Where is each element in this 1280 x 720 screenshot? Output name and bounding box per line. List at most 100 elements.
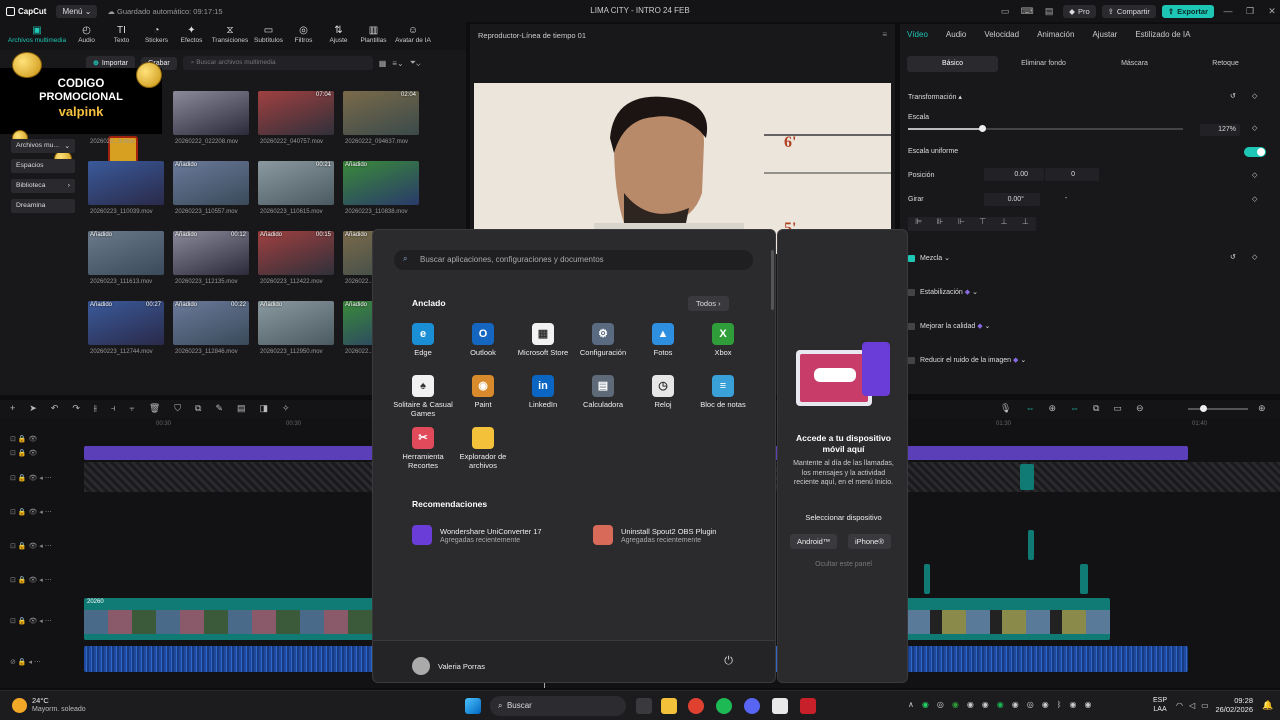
minimize-icon[interactable]: —: [1220, 6, 1236, 16]
tray-icon[interactable]: ◉: [1012, 700, 1019, 709]
maximize-icon[interactable]: ❐: [1242, 6, 1258, 17]
shield-icon[interactable]: ⛉: [174, 403, 181, 414]
transform-section[interactable]: Transformación ▴: [908, 93, 962, 101]
draw-icon[interactable]: ✎: [215, 403, 223, 414]
windows-start-icon[interactable]: [465, 698, 481, 714]
tray-icon[interactable]: ◉: [1042, 700, 1049, 709]
pinned-app[interactable]: ◉ Paint: [451, 375, 515, 409]
keyframe-icon[interactable]: ◇: [1252, 171, 1257, 179]
track-header[interactable]: ⊡ 🔒 👁: [0, 446, 84, 460]
delete-icon[interactable]: 🗑: [149, 403, 160, 414]
hide-panel-link[interactable]: Ocultar este panel: [788, 561, 899, 568]
prop-subtab[interactable]: Básico: [907, 56, 998, 72]
scale-slider[interactable]: [908, 125, 1183, 132]
menu-icon[interactable]: ≡: [882, 30, 887, 39]
chrome-icon[interactable]: [688, 698, 704, 714]
layout-icon[interactable]: ▭: [997, 6, 1013, 17]
xbox-icon[interactable]: ◉: [952, 700, 959, 709]
volume-icon[interactable]: ◁: [1189, 701, 1195, 710]
position-y-input[interactable]: 0: [1045, 168, 1099, 181]
track-header[interactable]: ⊘ 🔒 ◂ ⋯: [0, 655, 84, 669]
track-header[interactable]: ⊡ 🔒 👁 ◂ ⋯: [0, 573, 84, 587]
uniform-scale-toggle[interactable]: [1244, 147, 1266, 157]
clock[interactable]: 09:28 26/02/2026: [1213, 696, 1253, 714]
scrollbar[interactable]: [771, 250, 774, 310]
track-header[interactable]: ⊡ 🔒 👁 ◂ ⋯: [0, 505, 84, 519]
tray-icon[interactable]: ◉: [1070, 700, 1077, 709]
start-search-input[interactable]: ⌕ Buscar aplicaciones, configuraciones y …: [394, 250, 753, 270]
zoom-in-icon[interactable]: ⊕: [1258, 403, 1266, 414]
prop-tab[interactable]: Estilizado de IA: [1135, 30, 1190, 39]
align-middle-icon[interactable]: ⊥: [1000, 217, 1007, 231]
undo-icon[interactable]: ↶: [51, 403, 59, 414]
media-thumbnail[interactable]: Añadido: [258, 301, 334, 345]
select-icon[interactable]: ➤: [29, 403, 37, 414]
link-icon[interactable]: ⇔: [1025, 403, 1034, 414]
weather-icon[interactable]: [12, 698, 27, 713]
battery-icon[interactable]: ▭: [1201, 701, 1209, 710]
quality-row[interactable]: Mejorar la calidad ◆ ⌄: [908, 322, 990, 330]
adobe-icon[interactable]: [800, 698, 816, 714]
crop-icon[interactable]: ⧉: [195, 403, 201, 414]
media-thumbnail[interactable]: Añadido 00:15: [258, 231, 334, 275]
align-right-icon[interactable]: ⊩: [958, 217, 965, 231]
tool-media[interactable]: ▣ Archivos multimedia: [6, 22, 68, 44]
caption-icon[interactable]: ▤: [237, 403, 246, 414]
menu-button[interactable]: Menú ⌄: [56, 4, 98, 18]
tool-avatar[interactable]: ☺ Avatar de IA: [392, 22, 434, 44]
keyframe-icon[interactable]: ◇: [1252, 253, 1257, 261]
sticker-clip[interactable]: [1020, 464, 1034, 490]
media-thumbnail[interactable]: [173, 91, 249, 135]
tool-filters[interactable]: ◎ Filtros: [287, 22, 320, 44]
media-search-input[interactable]: ⌕ Buscar archivos multimedia: [182, 56, 373, 70]
grid-view-icon[interactable]: ▦: [379, 59, 387, 68]
track-header[interactable]: ⊡ 🔒 👁 ◂ ⋯: [0, 614, 84, 628]
pinned-app[interactable]: ♠ Solitaire & Casual Games: [391, 375, 455, 418]
magic-icon[interactable]: ✧: [282, 403, 290, 414]
pinned-app[interactable]: ▦ Microsoft Store: [511, 323, 575, 357]
sidebar-item-media[interactable]: Archivos mu... ⌄: [11, 139, 75, 153]
small-clip[interactable]: [1028, 530, 1034, 560]
scale-slider-knob[interactable]: [979, 125, 987, 132]
mirror-icon[interactable]: ◨: [260, 403, 269, 414]
collapse-icon[interactable]: ▤: [1041, 6, 1057, 17]
user-account[interactable]: Valeria Porras: [412, 657, 485, 675]
tool-effects[interactable]: ✦ Efectos: [175, 22, 208, 44]
pinned-app[interactable]: ✂ Herramienta Recortes: [391, 427, 455, 470]
recommendation-item[interactable]: Wondershare UniConverter 17 Agregadas rec…: [412, 525, 542, 545]
keyframe-icon[interactable]: ◇: [1252, 195, 1257, 203]
fit-icon[interactable]: ▭: [1113, 403, 1122, 414]
weather-desc[interactable]: Mayorm. soleado: [32, 706, 86, 713]
prop-subtab[interactable]: Máscara: [1089, 56, 1180, 72]
weather-temp[interactable]: 24°C: [32, 696, 49, 705]
sidebar-item-spaces[interactable]: Espacios: [11, 159, 75, 173]
notification-icon[interactable]: 🔔: [1262, 700, 1273, 711]
media-thumbnail[interactable]: 02:04: [343, 91, 419, 135]
tray-arrow-icon[interactable]: ∧: [908, 700, 914, 709]
tool-transitions[interactable]: ⧖ Transiciones: [210, 22, 250, 44]
media-thumbnail[interactable]: Añadido 00:22: [173, 301, 249, 345]
align-toolbar[interactable]: ⊫ ⊪ ⊩ ⊤ ⊥ ⊥: [908, 217, 1036, 231]
align-center-icon[interactable]: ⊪: [937, 217, 944, 231]
redo-icon[interactable]: ↷: [72, 403, 80, 414]
steam-tray-icon[interactable]: ◎: [1027, 700, 1034, 709]
add-icon[interactable]: +: [10, 403, 15, 414]
mic-icon[interactable]: 🎙: [1000, 403, 1011, 414]
tool-adjust[interactable]: ⇅ Ajuste: [322, 22, 355, 44]
scale-value[interactable]: 127%: [1200, 124, 1240, 136]
prop-tab[interactable]: Audio: [946, 30, 966, 39]
capcut-icon[interactable]: [772, 698, 788, 714]
filter-icon[interactable]: ⏷⌄: [410, 58, 421, 68]
keyframe-icon[interactable]: ◇: [1252, 124, 1257, 132]
pinned-app[interactable]: X Xbox: [691, 323, 755, 357]
media-thumbnail[interactable]: 07:04: [258, 91, 334, 135]
media-thumbnail[interactable]: Añadido 00:12: [173, 231, 249, 275]
tool-text[interactable]: TI Texto: [105, 22, 138, 44]
media-thumbnail[interactable]: 00:21: [258, 161, 334, 205]
tray-icon[interactable]: ◉: [1085, 700, 1092, 709]
export-button[interactable]: ⇧ Exportar: [1161, 4, 1214, 18]
pinned-app[interactable]: ◷ Reloj: [631, 375, 695, 409]
noise-row[interactable]: Reducir el ruido de la imagen ◆ ⌄: [908, 356, 1026, 364]
sidebar-item-library[interactable]: Biblioteca ›: [11, 179, 75, 193]
pro-button[interactable]: ◆ Pro: [1063, 4, 1096, 18]
